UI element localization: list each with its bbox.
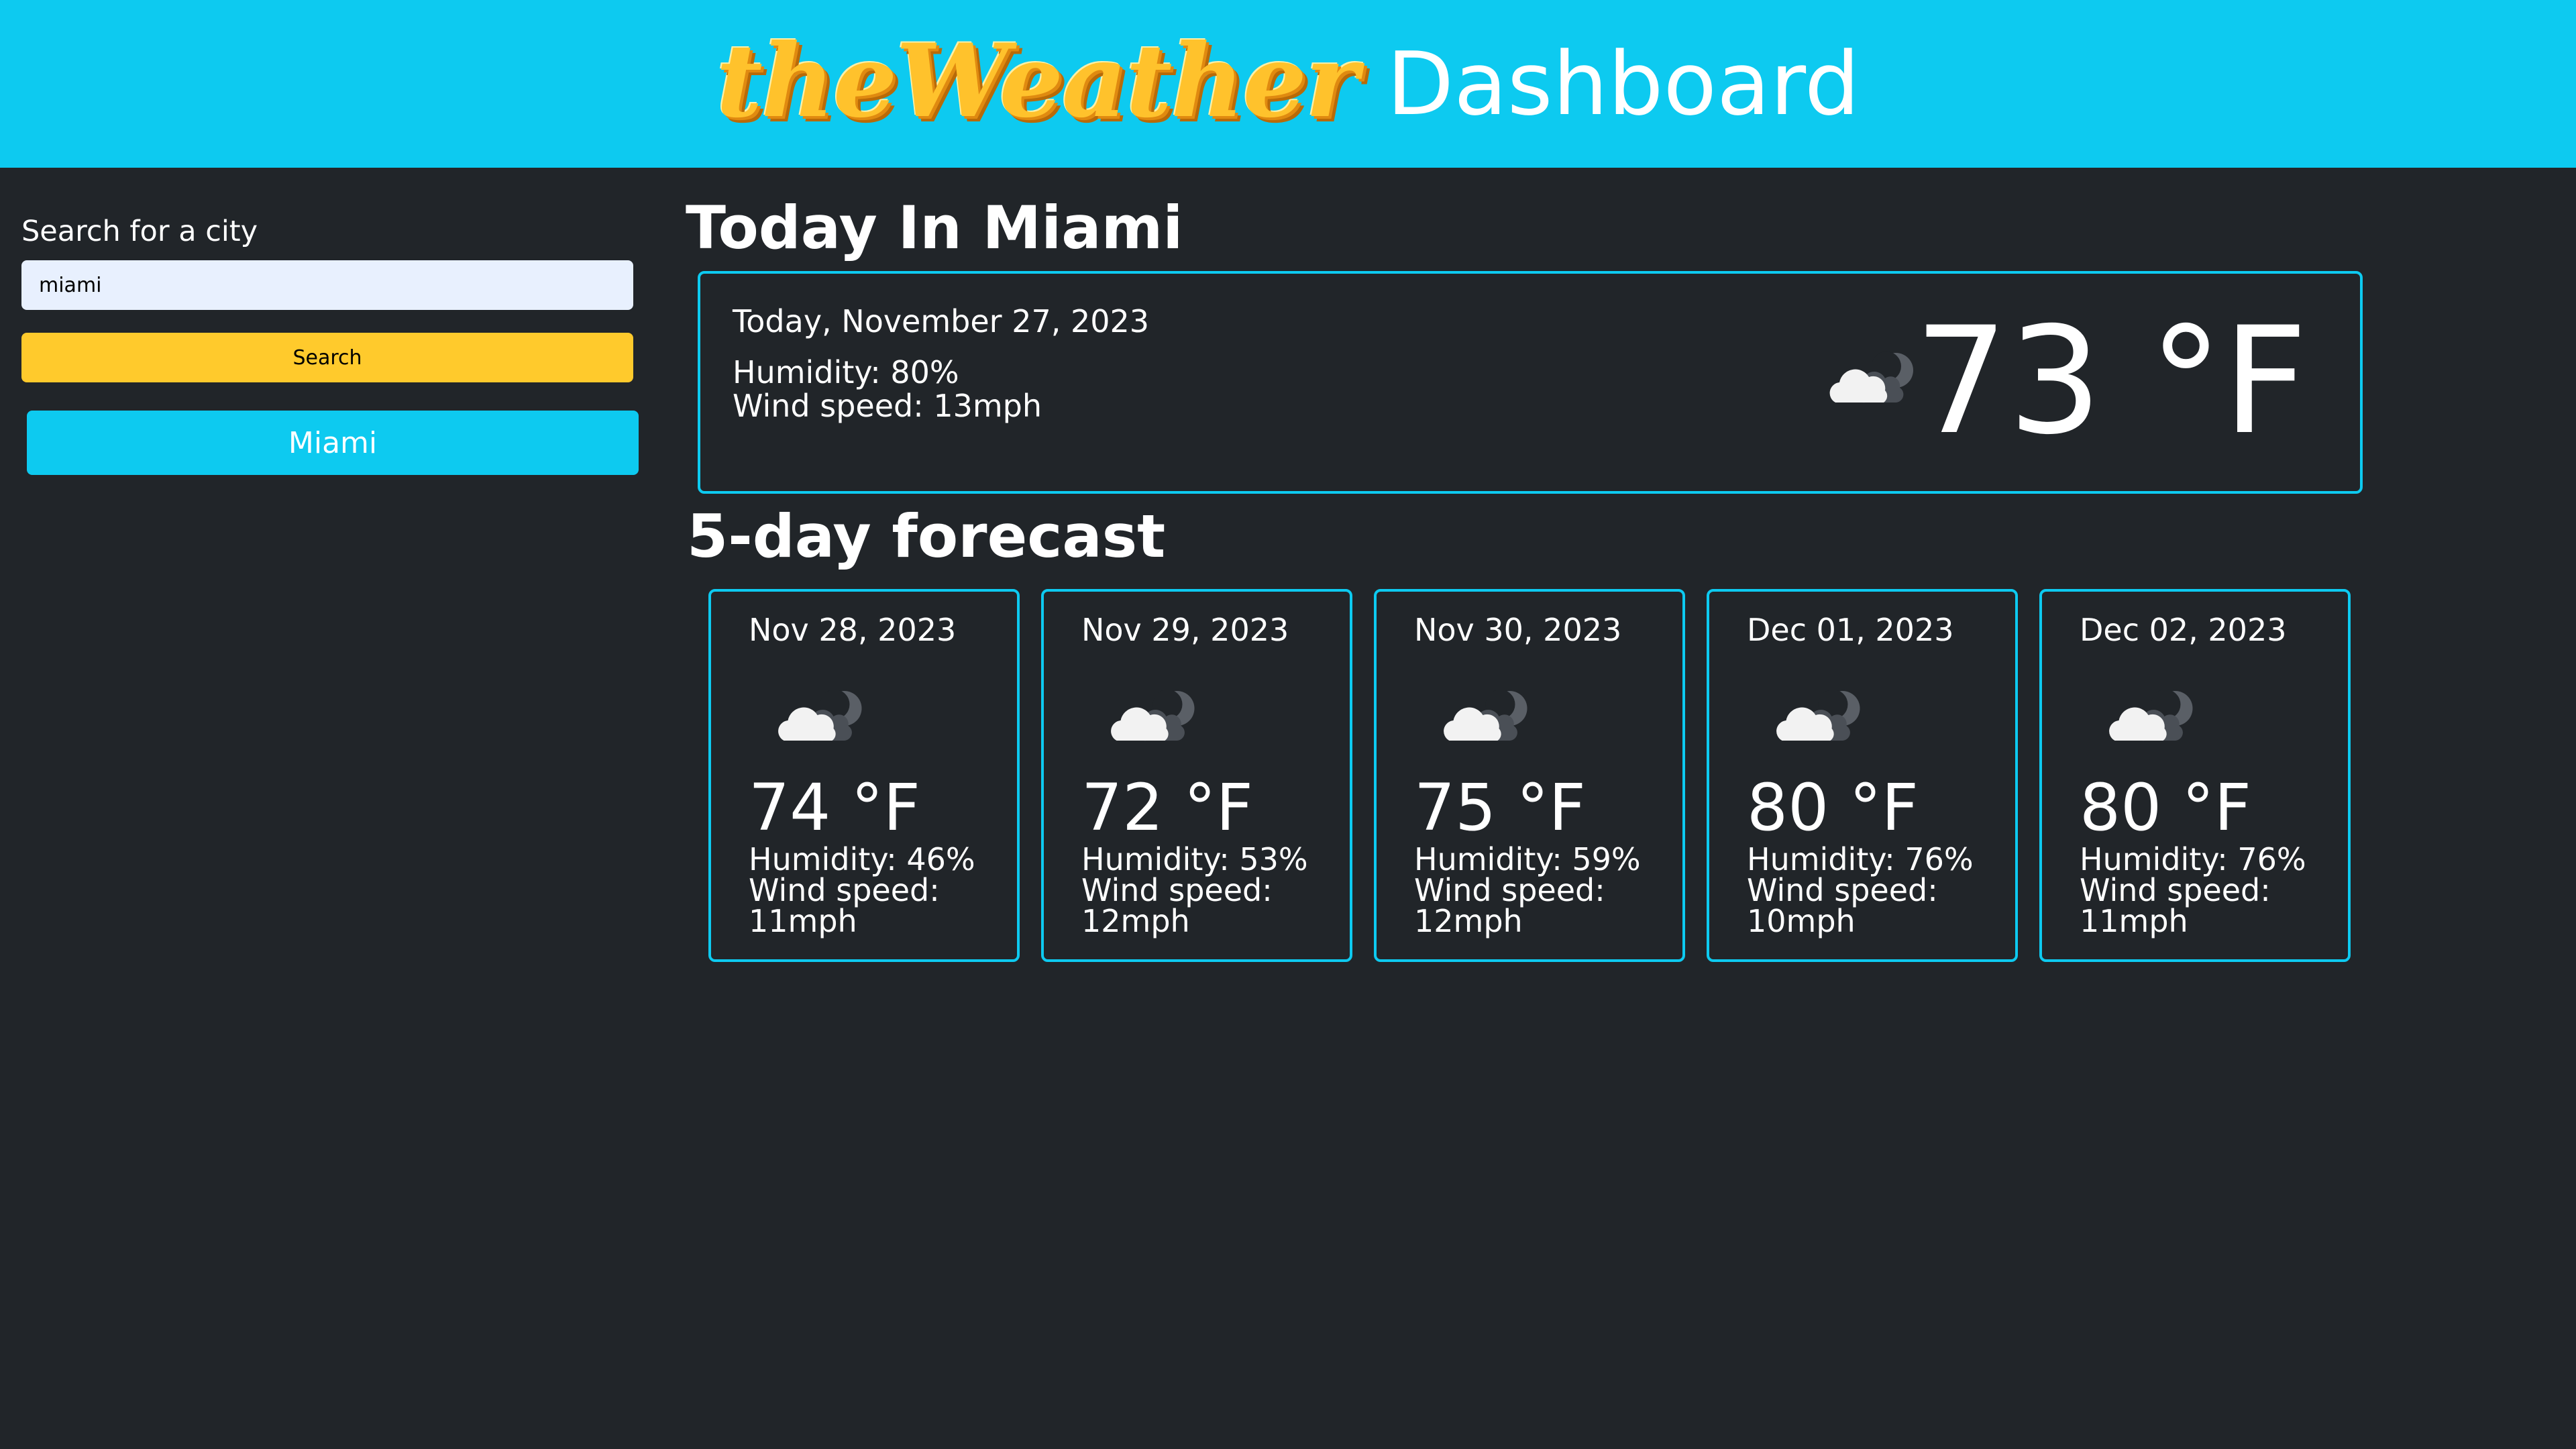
forecast-date: Dec 01, 2023 [1747,612,1954,648]
page-title: Dashboard [1387,33,1860,135]
search-input[interactable] [21,260,633,310]
forecast-humidity: Humidity: 46% [749,841,975,877]
forecast-humidity: Humidity: 59% [1414,841,1641,877]
forecast-stats: Humidity: 76% Wind speed: 10mph [1747,844,1974,936]
partly-cloudy-night-icon [1444,690,1527,741]
forecast-wind-value: 12mph [1414,903,1523,939]
partly-cloudy-night-icon [1829,352,1913,403]
forecast-wind-value: 11mph [2080,903,2188,939]
forecast-wind-label: Wind speed: [1414,872,1605,908]
forecast-wind-label: Wind speed: [2080,872,2271,908]
forecast-date: Nov 30, 2023 [1414,612,1622,648]
forecast-stats: Humidity: 76% Wind speed: 11mph [2080,844,2306,936]
forecast-stats: Humidity: 53% Wind speed: 12mph [1081,844,1308,936]
forecast-card: Nov 29, 2023 72 °F Humidity: 53% Wind sp… [1041,589,1352,962]
search-button[interactable]: Search [21,333,633,382]
forecast-temperature: 75 °F [1414,770,1586,845]
today-temperature: 73 °F [1914,295,2308,467]
forecast-date: Nov 28, 2023 [749,612,957,648]
forecast-date: Nov 29, 2023 [1081,612,1289,648]
today-stats: Humidity: 80% Wind speed: 13mph [733,356,1042,423]
sidebar: Search for a city Search Miami [21,215,639,475]
partly-cloudy-night-icon [1776,690,1860,741]
forecast-wind-label: Wind speed: [1081,872,1273,908]
today-date: Today, November 27, 2023 [733,303,1150,339]
forecast-temperature: 80 °F [1747,770,1919,845]
forecast-list: Nov 28, 2023 74 °F Humidity: 46% Wind sp… [708,589,2351,962]
forecast-wind-value: 10mph [1747,903,1856,939]
forecast-date: Dec 02, 2023 [2080,612,2287,648]
forecast-card: Dec 01, 2023 80 °F Humidity: 76% Wind sp… [1707,589,2018,962]
history-item-miami[interactable]: Miami [27,411,639,475]
forecast-humidity: Humidity: 76% [2080,841,2306,877]
forecast-humidity: Humidity: 76% [1747,841,1974,877]
forecast-stats: Humidity: 46% Wind speed: 11mph [749,844,975,936]
partly-cloudy-night-icon [2109,690,2193,741]
forecast-humidity: Humidity: 53% [1081,841,1308,877]
partly-cloudy-night-icon [1111,690,1195,741]
search-label: Search for a city [21,215,258,248]
forecast-wind-value: 11mph [749,903,857,939]
today-humidity: Humidity: 80% [733,354,959,390]
app-logo: theWeather [716,22,1358,140]
forecast-wind-label: Wind speed: [749,872,940,908]
header-bar: theWeather Dashboard [0,0,2576,168]
forecast-temperature: 72 °F [1081,770,1253,845]
forecast-wind-value: 12mph [1081,903,1190,939]
today-wind: Wind speed: 13mph [733,388,1042,424]
forecast-card: Nov 30, 2023 75 °F Humidity: 59% Wind sp… [1374,589,1685,962]
forecast-card: Nov 28, 2023 74 °F Humidity: 46% Wind sp… [708,589,1020,962]
partly-cloudy-night-icon [778,690,862,741]
forecast-card: Dec 02, 2023 80 °F Humidity: 76% Wind sp… [2039,589,2351,962]
today-heading: Today In Miami [686,193,1183,262]
forecast-wind-label: Wind speed: [1747,872,1938,908]
today-card: Today, November 27, 2023 Humidity: 80% W… [698,271,2363,494]
forecast-temperature: 80 °F [2080,770,2251,845]
forecast-stats: Humidity: 59% Wind speed: 12mph [1414,844,1641,936]
forecast-temperature: 74 °F [749,770,920,845]
forecast-heading: 5-day forecast [687,502,1166,571]
